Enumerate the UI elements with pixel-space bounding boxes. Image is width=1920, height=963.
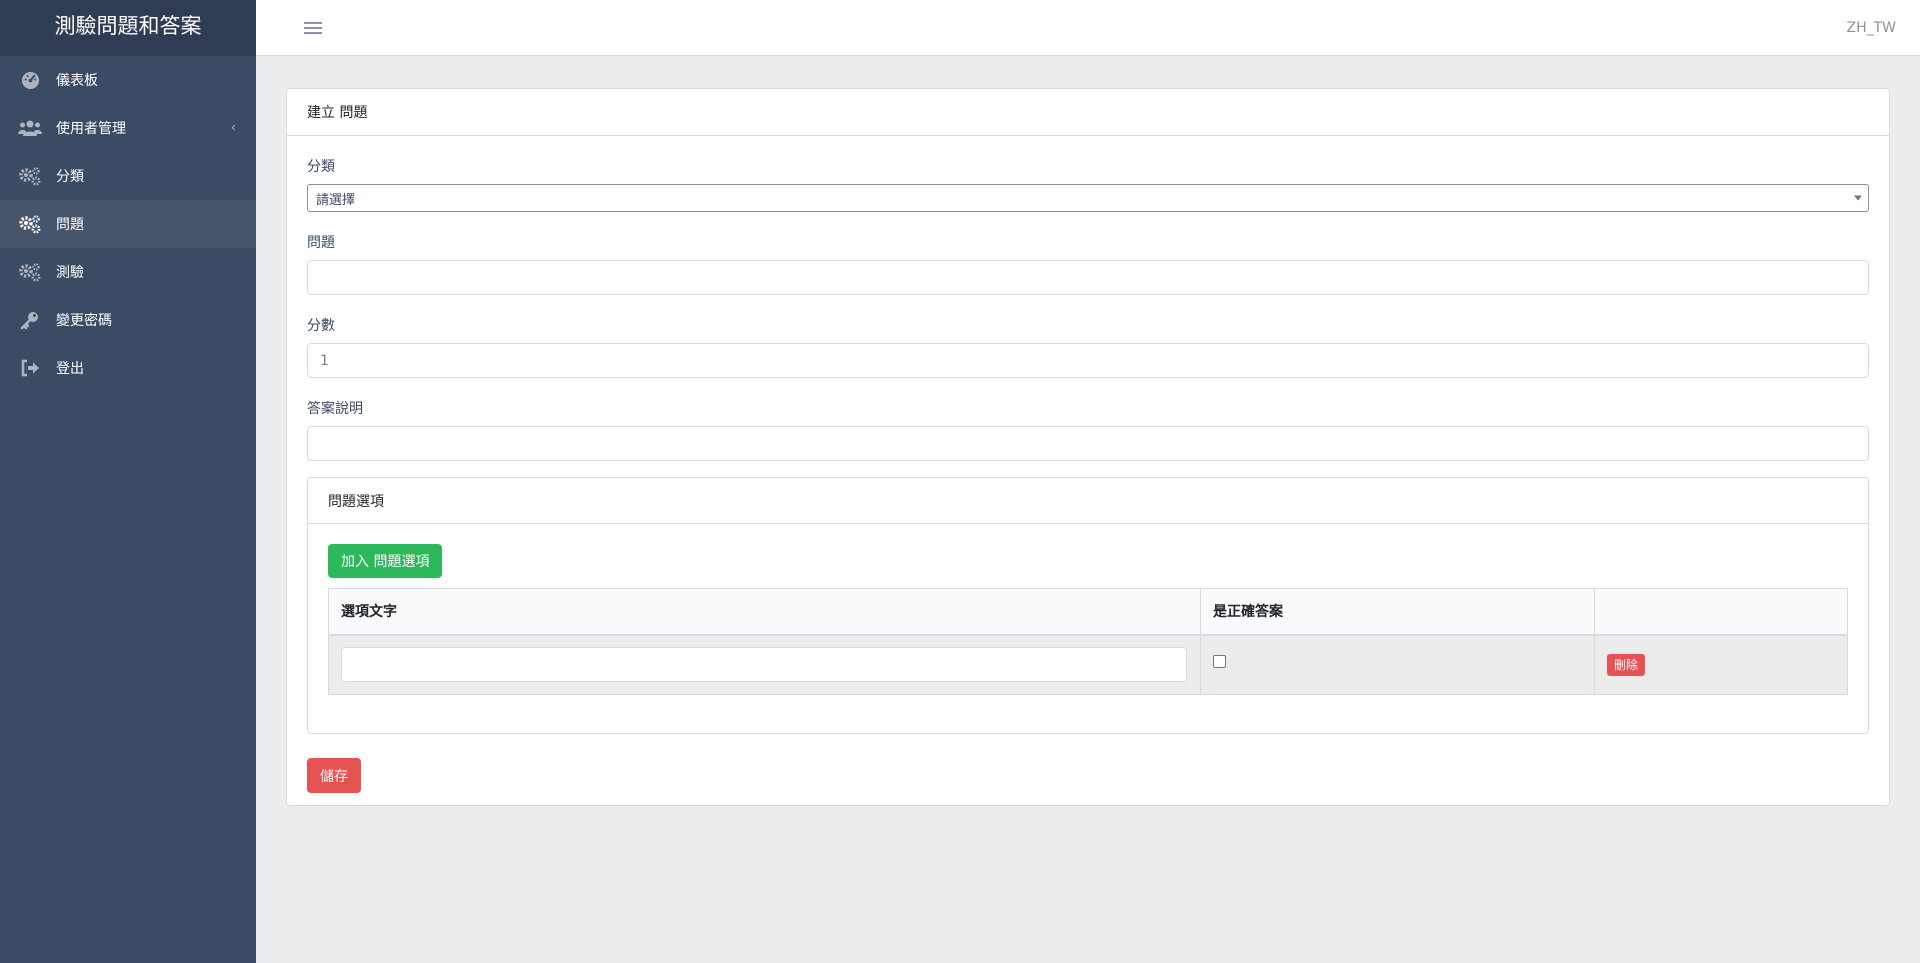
column-header-actions [1594, 588, 1848, 636]
question-input[interactable] [307, 260, 1869, 295]
option-text-cell [328, 634, 1201, 695]
actions-cell: 刪除 [1594, 634, 1848, 695]
speedometer-icon [18, 68, 42, 92]
category-selected-value: 請選擇 [316, 192, 356, 208]
sidebar-item-label: 儀表板 [56, 73, 98, 89]
score-group: 分數 [307, 315, 1869, 378]
sidebar-item-change-password[interactable]: 變更密碼 [0, 296, 256, 344]
sidebar-item-logout[interactable]: 登出 [0, 344, 256, 392]
question-options-card: 問題選項 加入 問題選項 選項文字 是正確答案 刪除 [307, 477, 1869, 734]
sidebar-item-label: 測驗 [56, 265, 84, 281]
is-correct-cell [1200, 634, 1595, 695]
question-label: 問題 [307, 235, 335, 251]
sidebar-nav: 儀表板 使用者管理 ‹ 分類 問題 測驗 變更密碼 登出 [0, 56, 256, 392]
top-header: ZH_TW [256, 0, 1920, 56]
category-select[interactable]: 請選擇 [307, 184, 1869, 212]
add-option-button[interactable]: 加入 問題選項 [328, 544, 443, 578]
score-label: 分數 [307, 318, 335, 334]
key-icon [18, 308, 42, 332]
chevron-left-icon: ‹ [230, 120, 236, 136]
table-row: 刪除 [328, 634, 1848, 695]
category-label: 分類 [307, 159, 335, 175]
card-title: 建立 問題 [287, 89, 1889, 136]
logout-icon [18, 356, 42, 380]
create-question-card: 建立 問題 分類 請選擇 問題 分數 答案說明 問題選項 加入 問題選項 [286, 88, 1890, 806]
sidebar-item-label: 分類 [56, 169, 84, 185]
column-header-is-correct: 是正確答案 [1200, 588, 1595, 636]
question-group: 問題 [307, 232, 1869, 295]
option-text-input[interactable] [341, 647, 1187, 683]
column-header-option-text: 選項文字 [328, 588, 1201, 636]
explanation-input[interactable] [307, 426, 1869, 461]
question-options-title: 問題選項 [308, 478, 1868, 524]
sidebar-item-label: 變更密碼 [56, 313, 112, 329]
delete-option-button[interactable]: 刪除 [1607, 653, 1646, 676]
sidebar-item-label: 問題 [56, 217, 84, 233]
sidebar-item-quizzes[interactable]: 測驗 [0, 248, 256, 296]
table-header-row: 選項文字 是正確答案 [328, 588, 1848, 636]
is-correct-checkbox[interactable] [1213, 655, 1226, 669]
sidebar-item-categories[interactable]: 分類 [0, 152, 256, 200]
cogs-icon [18, 260, 42, 284]
locale-switcher[interactable]: ZH_TW [1846, 20, 1896, 36]
sidebar-item-user-management[interactable]: 使用者管理 ‹ [0, 104, 256, 152]
sidebar-item-questions[interactable]: 問題 [0, 200, 256, 248]
save-button[interactable]: 儲存 [307, 758, 361, 793]
cogs-icon [18, 164, 42, 188]
score-input[interactable] [307, 343, 1869, 378]
sidebar: 測驗問題和答案 儀表板 使用者管理 ‹ 分類 問題 測驗 變更密碼 登出 [0, 0, 256, 963]
sidebar-item-label: 登出 [56, 361, 84, 377]
cogs-icon [18, 212, 42, 236]
hamburger-menu-icon[interactable] [304, 20, 322, 36]
sidebar-item-dashboard[interactable]: 儀表板 [0, 56, 256, 104]
category-group: 分類 請選擇 [307, 156, 1869, 212]
users-icon [18, 116, 42, 140]
explanation-label: 答案說明 [307, 401, 363, 417]
app-brand: 測驗問題和答案 [0, 0, 256, 56]
sidebar-item-label: 使用者管理 [56, 121, 126, 137]
caret-down-icon [1854, 195, 1862, 201]
options-table: 選項文字 是正確答案 刪除 [328, 588, 1848, 695]
explanation-group: 答案說明 [307, 398, 1869, 461]
